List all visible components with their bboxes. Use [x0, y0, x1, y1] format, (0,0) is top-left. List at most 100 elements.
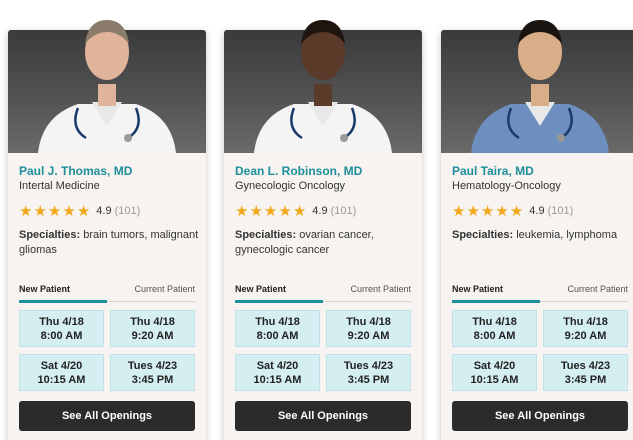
- star-icon: ★: [33, 202, 47, 220]
- slot-time: 10:15 AM: [253, 373, 302, 386]
- star-rating: ★ ★ ★ ★ ★: [452, 204, 523, 219]
- slot-time: 8:00 AM: [40, 329, 83, 342]
- stethoscope-head-icon: [124, 134, 132, 142]
- see-all-openings-button[interactable]: See All Openings: [452, 401, 628, 431]
- specialties: Specialties: ovarian cancer, gynecologic…: [235, 228, 415, 258]
- tab-current-patient[interactable]: Current Patient: [350, 284, 411, 294]
- star-icon: ★: [509, 202, 524, 220]
- star-icon: ★: [495, 202, 509, 220]
- stethoscope-head-icon: [557, 134, 565, 142]
- slot-day: Thu 4/18: [563, 315, 608, 328]
- appointment-slot[interactable]: Tues 4/23 3:45 PM: [110, 354, 195, 391]
- doctor-portrait: [38, 20, 176, 153]
- slot-day: Thu 4/18: [130, 315, 175, 328]
- active-tab-indicator: [19, 300, 107, 303]
- neck-shape: [98, 84, 116, 106]
- star-icon: ★: [76, 202, 91, 220]
- star-icon: ★: [278, 202, 292, 220]
- tab-new-patient[interactable]: New Patient: [235, 284, 286, 294]
- rating: ★ ★ ★ ★ ★ 4.9 (101): [19, 203, 140, 219]
- slot-day: Sat 4/20: [256, 359, 299, 372]
- slot-day: Thu 4/18: [255, 315, 300, 328]
- rating-score: 4.9: [96, 205, 112, 217]
- appointment-slot[interactable]: Sat 4/20 10:15 AM: [19, 354, 104, 391]
- slot-day: Sat 4/20: [40, 359, 83, 372]
- tab-current-patient[interactable]: Current Patient: [567, 284, 628, 294]
- appointment-slot[interactable]: Thu 4/18 9:20 AM: [110, 310, 195, 347]
- neck-shape: [531, 84, 549, 106]
- active-tab-indicator: [235, 300, 323, 303]
- slot-time: 9:20 AM: [347, 329, 390, 342]
- star-icon: ★: [62, 202, 76, 220]
- star-icon: ★: [292, 202, 307, 220]
- active-tab-indicator: [452, 300, 540, 303]
- specialties: Specialties: brain tumors, malignant gli…: [19, 228, 199, 258]
- doctor-specialty: Intertal Medicine: [19, 180, 100, 192]
- appointment-slot[interactable]: Thu 4/18 9:20 AM: [543, 310, 628, 347]
- doctor-name[interactable]: Paul J. Thomas, MD: [19, 164, 132, 178]
- doctor-name[interactable]: Dean L. Robinson, MD: [235, 164, 362, 178]
- specialties-text: leukemia, lymphoma: [513, 229, 618, 241]
- patient-tabs: New Patient Current Patient: [235, 282, 411, 303]
- slot-day: Tues 4/23: [127, 359, 178, 372]
- slot-time: 10:15 AM: [470, 373, 519, 386]
- patient-tabs: New Patient Current Patient: [19, 282, 195, 303]
- stethoscope-head-icon: [340, 134, 348, 142]
- tab-current-patient[interactable]: Current Patient: [134, 284, 195, 294]
- appointment-slot[interactable]: Sat 4/20 10:15 AM: [452, 354, 537, 391]
- rating-score: 4.9: [529, 205, 545, 217]
- slot-day: Thu 4/18: [39, 315, 84, 328]
- tab-new-patient[interactable]: New Patient: [19, 284, 70, 294]
- specialties-label: Specialties:: [452, 229, 514, 241]
- specialties-label: Specialties:: [19, 229, 81, 241]
- see-all-openings-button[interactable]: See All Openings: [235, 401, 411, 431]
- slot-time: 10:15 AM: [37, 373, 86, 386]
- see-all-openings-button[interactable]: See All Openings: [19, 401, 195, 431]
- rating: ★ ★ ★ ★ ★ 4.9 (101): [452, 203, 573, 219]
- slot-day: Tues 4/23: [343, 359, 394, 372]
- star-rating: ★ ★ ★ ★ ★: [235, 204, 306, 219]
- doctor-specialty: Hematology-Oncology: [452, 180, 561, 192]
- slot-day: Sat 4/20: [473, 359, 516, 372]
- doctor-photo[interactable]: [441, 20, 633, 153]
- slot-time: 9:20 AM: [131, 329, 174, 342]
- star-icon: ★: [480, 202, 495, 220]
- review-count[interactable]: (101): [548, 205, 574, 217]
- patient-tabs: New Patient Current Patient: [452, 282, 628, 303]
- doctor-cards: Paul J. Thomas, MD Intertal Medicine ★ ★…: [0, 0, 633, 440]
- appointment-slot[interactable]: Thu 4/18 8:00 AM: [235, 310, 320, 347]
- appointment-slot[interactable]: Thu 4/18 8:00 AM: [19, 310, 104, 347]
- tab-new-patient[interactable]: New Patient: [452, 284, 503, 294]
- specialties: Specialties: leukemia, lymphoma: [452, 228, 632, 243]
- doctor-card: Paul Taira, MD Hematology-Oncology ★ ★ ★…: [441, 20, 633, 440]
- doctor-card: Paul J. Thomas, MD Intertal Medicine ★ ★…: [8, 20, 206, 440]
- star-icon: ★: [19, 202, 33, 220]
- review-count[interactable]: (101): [115, 205, 141, 217]
- slot-day: Tues 4/23: [560, 359, 611, 372]
- star-icon: ★: [47, 202, 62, 220]
- doctor-photo[interactable]: [224, 20, 422, 153]
- slot-time: 3:45 PM: [131, 373, 174, 386]
- review-count[interactable]: (101): [331, 205, 357, 217]
- star-icon: ★: [249, 202, 263, 220]
- appointment-slot[interactable]: Sat 4/20 10:15 AM: [235, 354, 320, 391]
- star-icon: ★: [466, 202, 480, 220]
- star-icon: ★: [452, 202, 466, 220]
- slot-time: 8:00 AM: [256, 329, 299, 342]
- star-icon: ★: [263, 202, 278, 220]
- doctor-photo[interactable]: [8, 20, 206, 153]
- rating: ★ ★ ★ ★ ★ 4.9 (101): [235, 203, 356, 219]
- slot-time: 3:45 PM: [347, 373, 390, 386]
- appointment-slot[interactable]: Tues 4/23 3:45 PM: [326, 354, 411, 391]
- doctor-name[interactable]: Paul Taira, MD: [452, 164, 534, 178]
- slot-day: Thu 4/18: [346, 315, 391, 328]
- appointment-slot[interactable]: Thu 4/18 9:20 AM: [326, 310, 411, 347]
- slot-time: 9:20 AM: [564, 329, 607, 342]
- doctor-portrait: [254, 20, 392, 153]
- appointment-slot[interactable]: Thu 4/18 8:00 AM: [452, 310, 537, 347]
- slot-day: Thu 4/18: [472, 315, 517, 328]
- specialties-label: Specialties:: [235, 229, 297, 241]
- appointment-slot[interactable]: Tues 4/23 3:45 PM: [543, 354, 628, 391]
- slot-time: 8:00 AM: [473, 329, 516, 342]
- slot-time: 3:45 PM: [564, 373, 607, 386]
